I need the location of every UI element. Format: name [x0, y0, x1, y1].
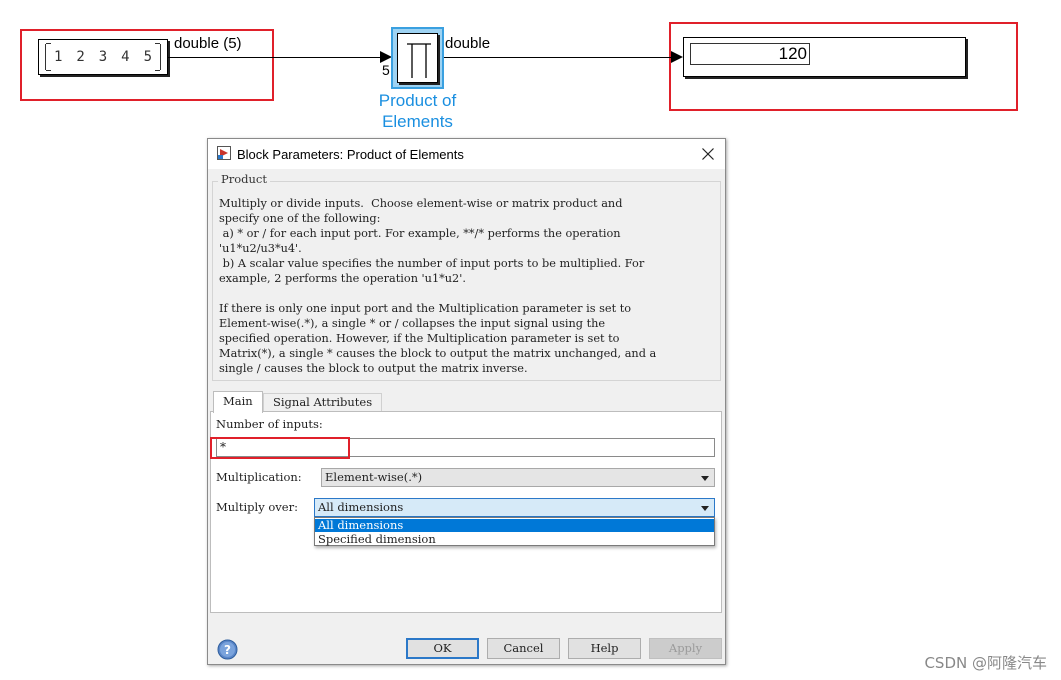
product-block-name-line2: Elements [382, 112, 453, 131]
display-value: 120 [690, 43, 810, 65]
product-block-name[interactable]: Product of Elements [360, 90, 475, 132]
multiply-over-label: Multiply over: [216, 500, 298, 514]
multiply-over-select[interactable]: All dimensions [314, 498, 715, 517]
tab-signal-attributes[interactable]: Signal Attributes [263, 393, 383, 412]
arrow-head-icon [671, 51, 683, 63]
multiplication-select[interactable]: Element-wise(.*) [321, 468, 715, 487]
number-of-inputs-label: Number of inputs: [216, 417, 323, 431]
dialog-titlebar[interactable]: Block Parameters: Product of Elements [208, 139, 725, 169]
apply-button[interactable]: Apply [649, 638, 722, 659]
multiplication-value: Element-wise(.*) [325, 470, 423, 484]
chevron-down-icon [701, 506, 709, 511]
signal-label-output: double [445, 35, 491, 52]
block-parameters-dialog: Block Parameters: Product of Elements Pr… [207, 138, 726, 665]
product-symbol-icon [407, 43, 431, 78]
product-input-port-label: 5 [382, 62, 390, 78]
multiply-over-dropdown: All dimensions Specified dimension [314, 517, 715, 546]
chevron-down-icon [701, 476, 709, 481]
product-of-elements-block[interactable] [391, 27, 444, 89]
signal-line-input[interactable] [168, 57, 382, 58]
svg-text:?: ? [224, 643, 231, 657]
constant-block[interactable]: 1 2 3 4 5 [38, 39, 168, 75]
close-icon [702, 148, 714, 160]
help-button[interactable]: Help [568, 638, 641, 659]
dropdown-option-all-dimensions[interactable]: All dimensions [315, 519, 714, 532]
help-icon[interactable]: ? [217, 639, 238, 660]
constant-value: 4 [121, 49, 130, 65]
dialog-title: Block Parameters: Product of Elements [237, 147, 464, 162]
multiply-over-value: All dimensions [318, 500, 404, 514]
tab-main[interactable]: Main [213, 391, 263, 413]
close-button[interactable] [697, 143, 719, 165]
constant-value: 2 [76, 49, 85, 65]
ok-button[interactable]: OK [406, 638, 479, 659]
display-block[interactable]: 120 [683, 37, 966, 77]
simulink-block-icon [217, 146, 231, 160]
constant-value: 5 [143, 49, 152, 65]
highlight-box-inputs-field [210, 437, 350, 459]
constant-value: 3 [98, 49, 108, 65]
watermark: CSDN @阿隆汽车 [924, 654, 1047, 672]
dropdown-option-specified-dimension[interactable]: Specified dimension [315, 533, 714, 546]
signal-line-output[interactable] [444, 57, 673, 58]
constant-vector: 1 2 3 4 5 [45, 43, 161, 71]
cancel-button[interactable]: Cancel [487, 638, 560, 659]
multiplication-label: Multiplication: [216, 470, 302, 484]
product-block-name-line1: Product of [378, 91, 457, 110]
product-block-body [397, 33, 438, 83]
group-title: Product [218, 172, 270, 186]
block-description: Multiply or divide inputs. Choose elemen… [219, 197, 657, 375]
signal-label-input: double (5) [174, 35, 242, 52]
constant-value: 1 [54, 49, 63, 65]
